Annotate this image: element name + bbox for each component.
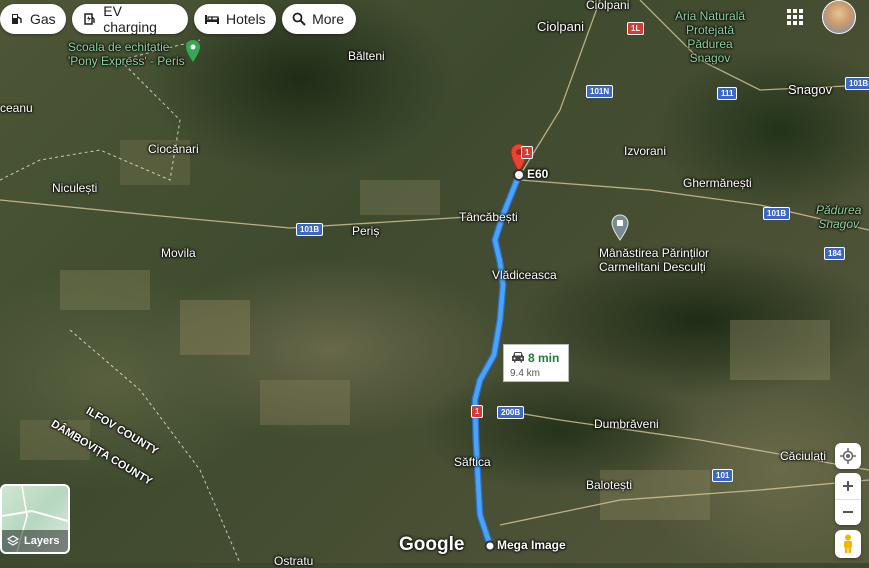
place-pin-icon[interactable] [186, 40, 200, 62]
label-ghermanesti: Ghermănești [683, 176, 752, 190]
label-balotesti: Balotești [586, 478, 633, 492]
pegman-icon [842, 534, 854, 554]
label-protected-area: Aria Naturală Protejată Pădurea Snagov [675, 9, 745, 65]
label-riding-school: Scoala de echitatie 'Pony Express' - Per… [68, 40, 185, 68]
car-icon [510, 350, 526, 369]
road-shield-1l: 1L [627, 22, 645, 35]
road-shield-101n: 101N [586, 85, 614, 98]
zoom-out-button[interactable] [835, 500, 861, 526]
plus-icon [842, 480, 854, 492]
label-movila: Movila [161, 246, 196, 260]
route-eta-box[interactable]: 8 min 9.4 km [503, 344, 569, 382]
avatar[interactable] [822, 0, 856, 34]
road-shield-101b-mid: 101B [763, 207, 791, 220]
road-shield-200b: 200B [497, 406, 525, 419]
road-network [0, 0, 869, 526]
chip-label: Gas [30, 11, 56, 27]
label-line: Snagov [689, 51, 731, 65]
label-line: Pădurea [816, 203, 862, 217]
zoom-in-button[interactable] [835, 473, 861, 500]
label-line: Carmelitani Desculți [599, 260, 706, 274]
chip-gas[interactable]: Gas [0, 4, 66, 34]
apps-grid-icon[interactable] [786, 8, 804, 26]
label-tancabesti: Tâncăbești [459, 210, 518, 224]
road-shield-101b-left: 101B [296, 223, 324, 236]
ev-charging-icon [82, 11, 97, 27]
my-location-icon [840, 448, 856, 464]
destination-dot-icon [513, 169, 525, 181]
layers-button[interactable]: Layers [0, 484, 70, 554]
label-line: Pădurea [687, 37, 733, 51]
label-ostratu: Ostratu [274, 554, 314, 568]
label-peris: Periș [352, 224, 380, 238]
road-shield-184: 184 [824, 247, 846, 260]
chip-more[interactable]: More [282, 4, 356, 34]
route-distance: 9.4 km [510, 368, 541, 379]
label-balteni: Bălteni [348, 49, 385, 63]
street-view-pegman-button[interactable] [835, 530, 861, 558]
label-monastery: Mânăstirea Părinților Carmelitani Descul… [599, 246, 709, 274]
label-line: Aria Naturală [675, 9, 746, 23]
road-shield-101b-right: 101B [845, 77, 869, 90]
label-izvorani: Izvorani [624, 144, 667, 158]
chip-label: EV charging [103, 3, 157, 35]
label-snagov-forest: Pădurea Snagov [816, 203, 861, 231]
label-e60: E60 [527, 167, 549, 181]
field-patches [20, 140, 830, 520]
minus-icon [842, 506, 854, 518]
google-logo: Google [399, 534, 465, 555]
label-ciocanari: Ciocănari [148, 142, 199, 156]
label-line: 'Pony Express' - Peris [68, 54, 185, 68]
label-ceanu: ceanu [0, 101, 33, 115]
label-line: Mânăstirea Părinților [599, 246, 710, 260]
label-ciolpani: Ciolpani [537, 19, 584, 34]
label-mega-image: Mega Image [497, 538, 566, 552]
chip-hotels[interactable]: Hotels [194, 4, 276, 34]
layers-icon [7, 535, 19, 547]
chip-label: More [312, 11, 344, 27]
label-vladiceasca: Vlădiceasca [492, 268, 557, 282]
layers-label: Layers [24, 535, 60, 547]
road-shield-111: 111 [717, 87, 738, 100]
label-saftica: Săftica [454, 455, 491, 469]
label-dumbraveni: Dumbrăveni [594, 417, 659, 431]
road-shield-101: 101 [712, 469, 734, 482]
route-time: 8 min [528, 351, 560, 365]
label-line: Snagov [818, 217, 860, 231]
label-caciulati: Căciulați [780, 449, 827, 463]
label-line: Protejată [686, 23, 735, 37]
road-shield-1-mid: 1 [471, 405, 484, 418]
label-snagov: Snagov [788, 82, 833, 97]
origin-dot-icon [484, 540, 496, 552]
road-shield-1-top: 1 [521, 146, 534, 159]
label-ciolpani-top: Ciolpani [586, 0, 630, 12]
hotel-bed-icon [204, 11, 220, 27]
gas-station-icon [10, 11, 24, 27]
label-niculesti: Niculești [52, 181, 98, 195]
my-location-button[interactable] [835, 443, 861, 469]
map-overlay [0, 0, 869, 563]
search-icon [292, 11, 306, 27]
zoom-controls [835, 473, 861, 525]
label-line: Scoala de echitatie [68, 40, 170, 54]
layers-label-bar: Layers [2, 530, 68, 552]
chip-label: Hotels [226, 11, 266, 27]
monastery-pin-icon[interactable] [611, 214, 629, 241]
chip-ev-charging[interactable]: EV charging [72, 3, 188, 35]
